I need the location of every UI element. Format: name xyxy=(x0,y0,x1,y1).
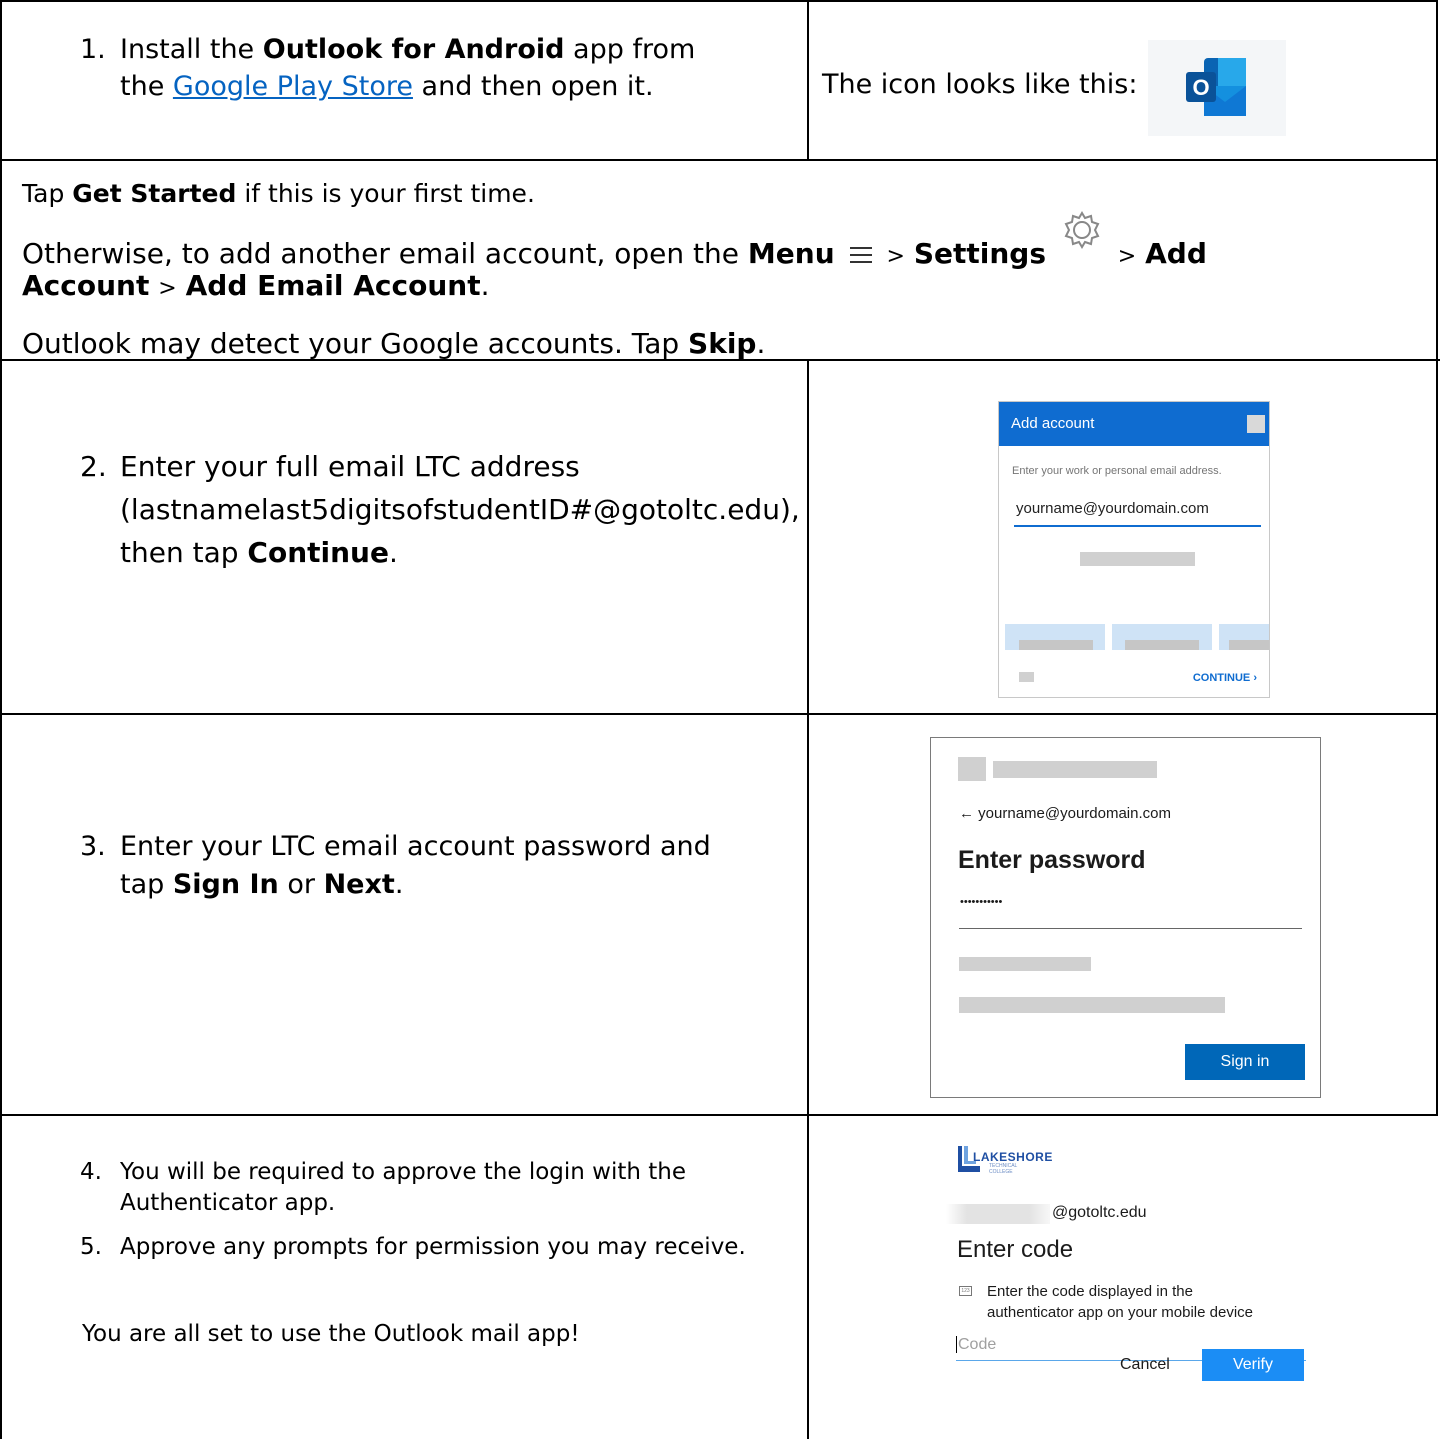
cancel-button[interactable]: Cancel xyxy=(1120,1356,1170,1374)
redacted-username xyxy=(946,1204,1050,1224)
enter-code-title: Enter code xyxy=(957,1236,1074,1263)
get-started-paragraph: Tap Get Started if this is your first ti… xyxy=(22,179,535,208)
sign-in-button[interactable]: Sign in xyxy=(1185,1044,1305,1080)
skip-paragraph: Outlook may detect your Google accounts.… xyxy=(22,327,766,360)
column-divider xyxy=(807,361,809,713)
outlook-app-icon: O xyxy=(1148,40,1286,136)
outlook-icon-letter: O xyxy=(1192,75,1209,100)
back-arrow-icon[interactable]: ← xyxy=(959,805,974,822)
step-4: 4. You will be required to approve the l… xyxy=(80,1159,687,1216)
step-number: 1. xyxy=(80,34,106,65)
final-message: You are all set to use the Outlook mail … xyxy=(82,1321,580,1347)
account-email-row[interactable]: ← yourname@yourdomain.com xyxy=(959,805,1171,822)
step-5: 5. Approve any prompts for permission yo… xyxy=(80,1234,746,1260)
add-account-paragraph-cont: Account > Add Email Account. xyxy=(22,269,490,302)
code-instruction: Enter the code displayed in the authenti… xyxy=(987,1283,1254,1321)
icon-caption: The icon looks like this: xyxy=(822,69,1138,100)
enter-code-screenshot: LAKESHORE TECHNICAL COLLEGE @gotoltc.edu… xyxy=(946,1140,1316,1430)
settings-gear-icon xyxy=(1061,209,1103,261)
add-account-screenshot: Add account Enter your work or personal … xyxy=(998,401,1270,698)
step-1: 1. Install the Outlook for Android app f… xyxy=(80,31,695,105)
google-play-store-link[interactable]: Google Play Store xyxy=(173,71,413,102)
column-divider xyxy=(807,715,809,1114)
email-field[interactable]: yourname@yourdomain.com xyxy=(1016,500,1209,517)
email-prompt: Enter your work or personal email addres… xyxy=(1012,465,1222,477)
step-2: 2. Enter your full email LTC address (la… xyxy=(80,450,800,569)
app-name: Outlook for Android xyxy=(262,34,565,65)
password-field[interactable]: ••••••••••• xyxy=(960,896,1002,908)
step-3: 3. Enter your LTC email account password… xyxy=(80,831,711,900)
password-title: Enter password xyxy=(958,846,1146,874)
column-divider xyxy=(807,2,809,159)
column-divider xyxy=(807,1116,809,1439)
keypad-icon: 123 xyxy=(959,1286,972,1296)
row-get-started: Tap Get Started if this is your first ti… xyxy=(0,159,1438,361)
enter-password-screenshot: ← yourname@yourdomain.com Enter password… xyxy=(930,737,1321,1098)
hamburger-menu-icon xyxy=(849,236,872,274)
add-account-header: Add account xyxy=(999,402,1269,446)
account-domain: @gotoltc.edu xyxy=(1052,1204,1147,1221)
chevron-right-icon: › xyxy=(1253,672,1257,684)
verify-button[interactable]: Verify xyxy=(1202,1349,1304,1381)
continue-button[interactable]: CONTINUE › xyxy=(1193,672,1257,684)
